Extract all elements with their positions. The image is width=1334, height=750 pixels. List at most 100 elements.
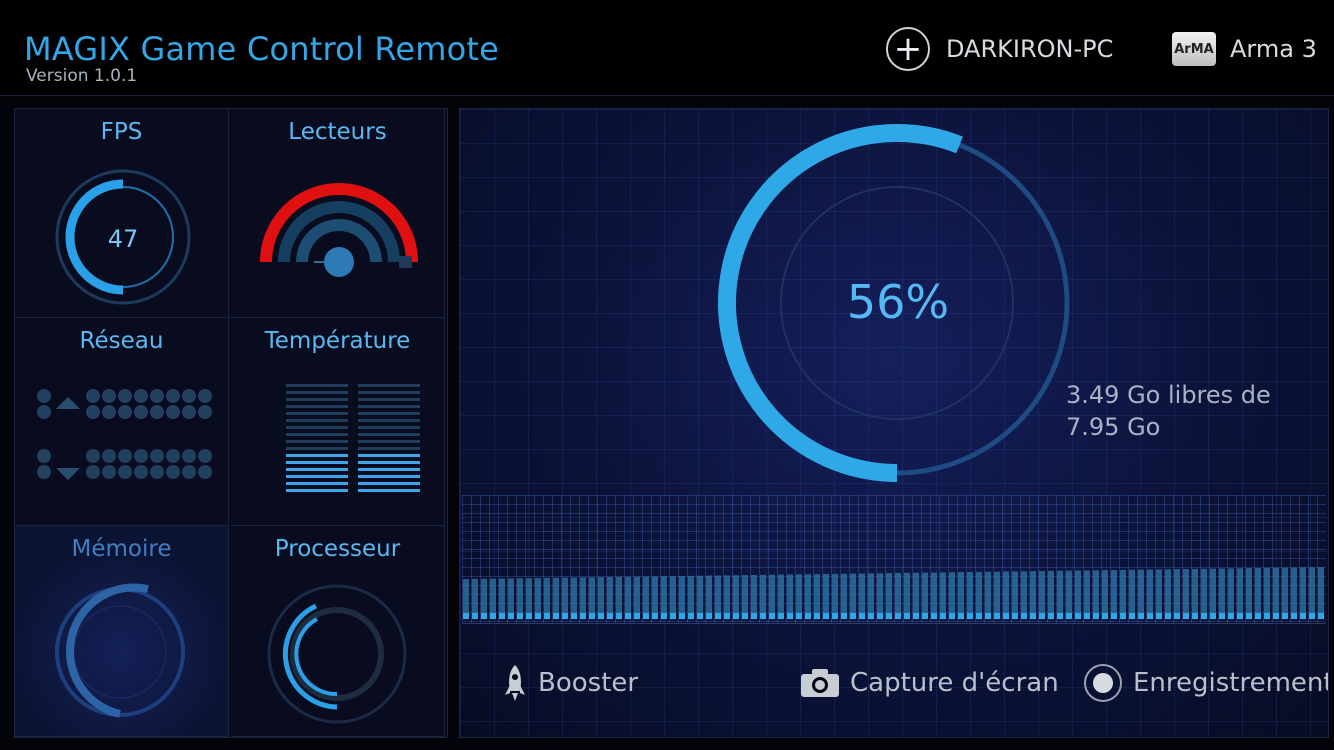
history-bar-cap: [904, 613, 910, 619]
tile-cpu[interactable]: Processeur: [231, 526, 445, 737]
screenshot-button[interactable]: Capture d'écran: [800, 663, 1059, 703]
history-bar-cap: [670, 613, 676, 619]
history-bar: [1219, 568, 1225, 619]
network-dot: [182, 389, 196, 403]
history-bar-cap: [922, 613, 928, 619]
history-bar-cap: [535, 613, 541, 619]
temperature-bar-segment: [286, 461, 348, 464]
history-bar: [580, 577, 586, 619]
pc-selector[interactable]: + DARKIRON-PC: [886, 26, 1113, 72]
history-bar: [1255, 568, 1261, 619]
history-bar: [805, 574, 811, 619]
history-bar: [535, 578, 541, 619]
history-bar-cap: [580, 613, 586, 619]
history-bar-cap: [1183, 613, 1189, 619]
game-selector[interactable]: ArMA Arma 3: [1172, 26, 1317, 72]
tile-drives[interactable]: Lecteurs: [231, 109, 445, 318]
history-bar: [814, 574, 820, 619]
history-bar: [715, 575, 721, 619]
history-bar-cap: [859, 613, 865, 619]
history-bar-cap: [787, 613, 793, 619]
history-bar: [661, 576, 667, 619]
history-bar-cap: [1318, 613, 1324, 619]
history-bar: [1246, 568, 1252, 619]
history-bar-cap: [1093, 613, 1099, 619]
history-bar-cap: [661, 613, 667, 619]
temperature-bars: [286, 384, 420, 492]
history-bar: [994, 571, 1000, 619]
history-bar-cap: [760, 613, 766, 619]
usage-history-bars: [463, 567, 1324, 619]
tile-memory[interactable]: Mémoire: [15, 526, 229, 737]
network-dot: [86, 405, 100, 419]
tile-fps[interactable]: FPS 47: [15, 109, 229, 318]
history-bar-cap: [1201, 613, 1207, 619]
history-bar: [499, 578, 505, 619]
history-bar: [625, 576, 631, 619]
history-bar: [886, 573, 892, 619]
history-bar-cap: [796, 613, 802, 619]
history-bar: [1174, 569, 1180, 619]
history-bar-cap: [940, 613, 946, 619]
history-bar-cap: [1291, 613, 1297, 619]
history-bar-cap: [1219, 613, 1225, 619]
usage-history-graph: [462, 495, 1326, 624]
record-button[interactable]: Enregistrement: [1083, 663, 1328, 703]
memory-free-text: 3.49 Go libres de 7.95 Go: [1066, 381, 1271, 441]
history-bar: [607, 577, 613, 619]
network-dot: [134, 389, 148, 403]
booster-button[interactable]: Booster: [502, 663, 638, 703]
history-bar: [895, 573, 901, 619]
history-bar: [940, 572, 946, 619]
history-bar: [859, 573, 865, 619]
network-dot: [37, 465, 51, 479]
temperature-bar-segment: [358, 482, 420, 485]
history-bar-cap: [967, 613, 973, 619]
app-version: Version 1.0.1: [26, 66, 138, 86]
history-bar: [1138, 569, 1144, 619]
history-bar: [1057, 570, 1063, 619]
history-bar: [1030, 571, 1036, 619]
history-bar: [1120, 569, 1126, 619]
action-bar: Booster Capture d'écran Enregistrement: [460, 639, 1328, 729]
network-dot: [182, 465, 196, 479]
history-bar-cap: [1102, 613, 1108, 619]
network-dot: [166, 389, 180, 403]
tile-temperature[interactable]: Température: [231, 318, 445, 526]
temperature-bar-segment: [358, 391, 420, 394]
temperature-bar-segment: [286, 419, 348, 422]
network-dot: [166, 465, 180, 479]
history-bar: [751, 575, 757, 619]
history-bar: [1291, 567, 1297, 619]
screenshot-label: Capture d'écran: [850, 668, 1059, 698]
history-bar: [922, 572, 928, 619]
history-bar: [787, 574, 793, 619]
network-dot: [102, 465, 116, 479]
network-dot: [37, 389, 51, 403]
history-bar: [1183, 569, 1189, 619]
top-bar: MAGIX Game Control Remote Version 1.0.1 …: [0, 0, 1334, 96]
history-bar-cap: [877, 613, 883, 619]
history-bar: [760, 574, 766, 619]
temperature-bar-segment: [358, 426, 420, 429]
history-bar-cap: [1066, 613, 1072, 619]
history-bar: [1156, 569, 1162, 619]
history-bar: [652, 576, 658, 619]
tile-network[interactable]: Réseau: [15, 318, 229, 526]
network-dot: [198, 449, 212, 463]
temperature-bar-segment: [286, 391, 348, 394]
history-bar: [1273, 567, 1279, 619]
temperature-bar-segment: [358, 468, 420, 471]
add-pc-icon[interactable]: +: [886, 27, 930, 71]
history-bar: [616, 576, 622, 619]
history-bar: [544, 577, 550, 619]
network-dot: [134, 405, 148, 419]
history-bar: [742, 575, 748, 619]
history-bar-cap: [1138, 613, 1144, 619]
history-bar-cap: [1255, 613, 1261, 619]
temperature-bar-segment: [358, 419, 420, 422]
network-dot: [198, 389, 212, 403]
temperature-bar-segment: [358, 433, 420, 436]
history-bar-cap: [823, 613, 829, 619]
history-bar: [1084, 570, 1090, 619]
